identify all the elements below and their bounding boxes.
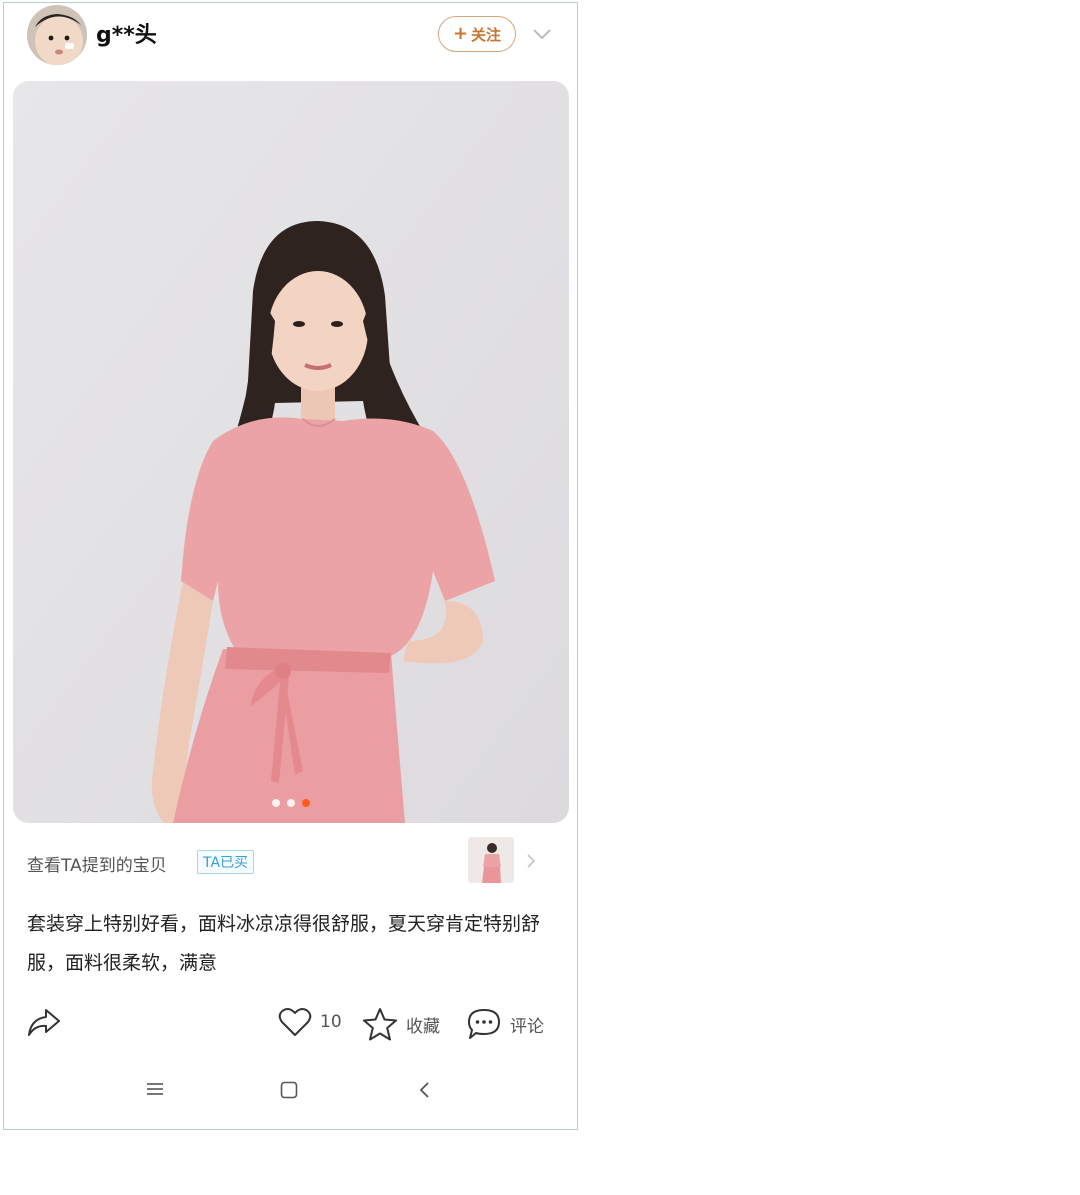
menu-icon[interactable] bbox=[146, 1081, 164, 1101]
star-icon bbox=[363, 1008, 397, 1041]
carousel-dot[interactable] bbox=[272, 799, 280, 807]
plus-icon: + bbox=[452, 23, 469, 44]
action-bar: 10 收藏 评论 bbox=[4, 999, 577, 1049]
review-photo[interactable] bbox=[13, 81, 569, 823]
comment-button[interactable]: 评论 bbox=[466, 1007, 544, 1041]
mentioned-product-row[interactable]: 查看TA提到的宝贝 TA已买 bbox=[4, 829, 577, 891]
like-button[interactable]: 10 bbox=[278, 1007, 342, 1037]
avatar[interactable] bbox=[27, 5, 87, 65]
photo-illustration bbox=[13, 81, 569, 823]
comment-icon bbox=[468, 1009, 500, 1039]
share-icon[interactable] bbox=[26, 1007, 62, 1043]
review-text: 套装穿上特别好看，面料冰凉凉得很舒服，夏天穿肯定特别舒服，面料很柔软，满意 bbox=[27, 913, 541, 974]
favorite-label: 收藏 bbox=[406, 1016, 440, 1037]
carousel-dot-active[interactable] bbox=[302, 799, 310, 807]
follow-button[interactable]: + 关注 bbox=[438, 16, 516, 52]
system-nav-bar bbox=[4, 1073, 577, 1117]
mentioned-product-link[interactable]: 查看TA提到的宝贝 bbox=[27, 851, 167, 876]
chevron-right-icon[interactable] bbox=[526, 853, 536, 873]
favorite-button[interactable]: 收藏 bbox=[362, 1007, 440, 1041]
chevron-down-icon[interactable] bbox=[532, 25, 552, 44]
comment-label: 评论 bbox=[510, 1016, 544, 1037]
heart-icon bbox=[278, 1007, 312, 1036]
like-count: 10 bbox=[320, 1012, 342, 1032]
post-header: g**头 + 关注 bbox=[4, 3, 577, 69]
back-icon[interactable] bbox=[418, 1081, 430, 1103]
carousel-dot[interactable] bbox=[287, 799, 295, 807]
follow-label: 关注 bbox=[471, 25, 502, 44]
username[interactable]: g**头 bbox=[96, 17, 157, 49]
review-screen: g**头 + 关注 查看TA提到的宝贝 TA已买 套装穿上特别好看，面料冰凉凉得… bbox=[3, 2, 578, 1130]
product-thumbnail[interactable] bbox=[468, 837, 514, 883]
carousel-indicator bbox=[13, 799, 569, 807]
home-icon[interactable] bbox=[280, 1081, 298, 1103]
bought-badge: TA已买 bbox=[197, 850, 255, 874]
